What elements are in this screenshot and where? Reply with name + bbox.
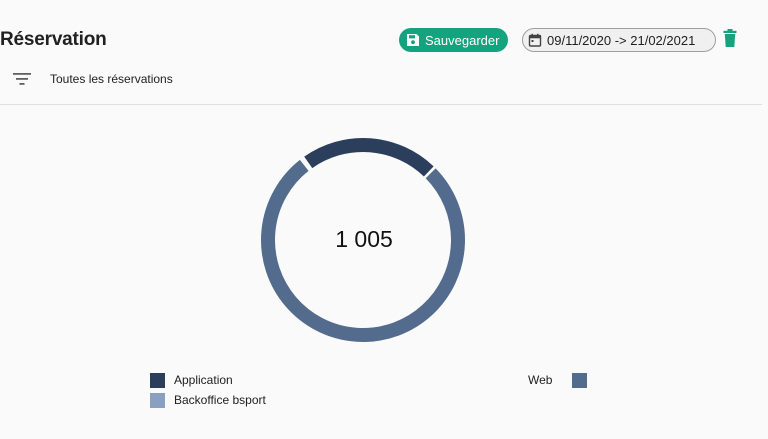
legend-swatch-application <box>150 372 165 388</box>
legend-label-backoffice: Backoffice bsport <box>174 393 266 407</box>
legend-item-web[interactable]: Web <box>528 372 588 388</box>
legend-swatch-backoffice <box>150 392 165 408</box>
legend-swatch-web <box>572 372 588 388</box>
legend-label-application: Application <box>174 373 233 387</box>
donut-slice-application[interactable] <box>304 138 434 177</box>
legend-label-web: Web <box>528 373 553 387</box>
donut-total: 1 005 <box>335 226 393 252</box>
legend-item-backoffice[interactable]: Backoffice bsport <box>150 392 266 408</box>
donut-chart <box>261 138 465 342</box>
legend-item-application[interactable]: Application <box>150 372 233 388</box>
